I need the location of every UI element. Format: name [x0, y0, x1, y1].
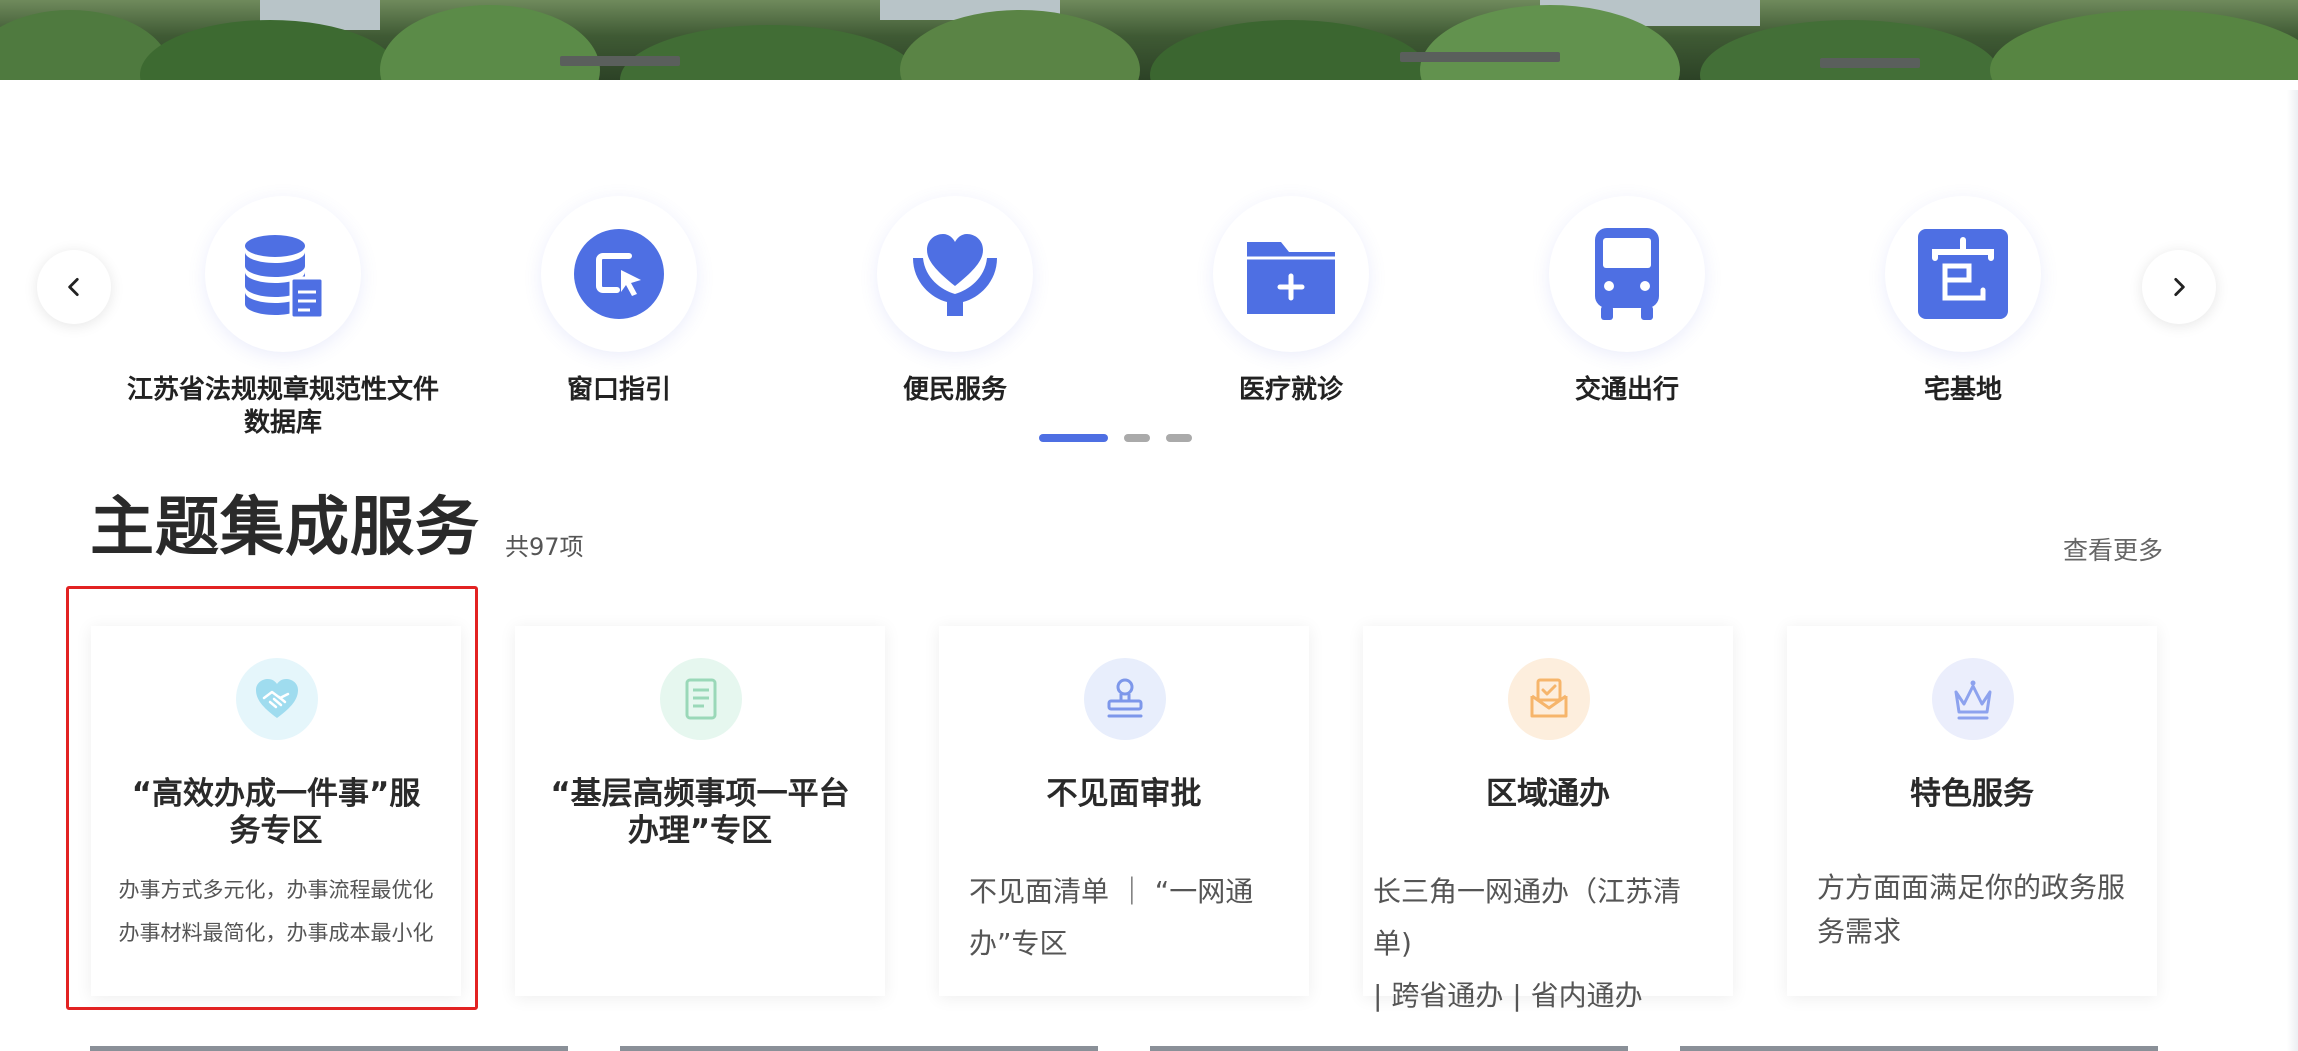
- service-card-efficient-one-thing[interactable]: “高效办成一件事”服务专区 办事方式多元化，办事流程最优化 办事材料最简化，办事…: [91, 626, 461, 996]
- card-description-line: 长三角一网通办（江苏清单): [1373, 875, 1682, 960]
- next-row-preview: [1680, 1046, 2158, 1051]
- carousel-item-label: 交通出行: [1574, 375, 1679, 405]
- chevron-right-icon: [2174, 278, 2185, 296]
- document-list-icon: [685, 678, 717, 720]
- carousel-item-label: 便民服务: [902, 375, 1007, 405]
- carousel-next-button[interactable]: [2142, 250, 2216, 324]
- service-card-regional-handling[interactable]: 区域通办 长三角一网通办（江苏清单) | 跨省通办 | 省内通办: [1363, 626, 1733, 1012]
- carousel-item-regulation-database[interactable]: 江苏省法规规章规范性文件数据库: [115, 196, 451, 440]
- card-title: “基层高频事项一平台办理”专区: [550, 776, 850, 849]
- stamp-icon: [1107, 678, 1143, 718]
- top-banner-image: [0, 0, 2298, 80]
- carousel-item-label: 宅基地: [1923, 375, 2002, 405]
- carousel-item-label: 江苏省法规规章规范性文件数据库: [126, 375, 439, 438]
- carousel-item-label: 窗口指引: [566, 375, 671, 405]
- service-card-grassroots-platform[interactable]: “基层高频事项一平台办理”专区: [515, 626, 885, 996]
- card-title: 区域通办: [1486, 776, 1610, 812]
- next-row-preview: [1150, 1046, 1628, 1051]
- service-card-no-meeting-approval[interactable]: 不见面审批 不见面清单 ｜ “一网通 办”专区: [939, 626, 1309, 996]
- heart-hands-icon: [913, 234, 997, 316]
- carousel-item-window-guide[interactable]: 窗口指引: [451, 196, 787, 407]
- carousel-prev-button[interactable]: [37, 250, 111, 324]
- next-row-preview: [620, 1046, 1098, 1051]
- card-description-line: 办事方式多元化，办事流程最优化: [118, 878, 434, 902]
- pagination-dot-3[interactable]: [1166, 434, 1192, 442]
- crown-icon: [1954, 680, 1992, 720]
- chevron-left-icon: [68, 278, 79, 296]
- next-row-preview: [90, 1046, 568, 1051]
- database-document-icon: [245, 235, 325, 320]
- carousel-item-label: 医疗就诊: [1238, 375, 1343, 405]
- card-description-line: | 跨省通办 | 省内通办: [1373, 979, 1643, 1012]
- carousel-item-medical[interactable]: 医疗就诊: [1123, 196, 1459, 407]
- pagination-dot-1[interactable]: [1039, 434, 1108, 442]
- section-count: 共97项: [505, 533, 584, 561]
- homestead-icon: [1918, 229, 2008, 319]
- card-description-line: 办”专区: [969, 927, 1068, 960]
- card-description-line: 不见面清单 ｜ “一网通: [969, 875, 1254, 908]
- card-title: 特色服务: [1910, 776, 2034, 812]
- carousel-item-convenience-service[interactable]: 便民服务: [787, 196, 1123, 407]
- carousel-pagination: [1039, 434, 1192, 442]
- card-description-line: 办事材料最简化，办事成本最小化: [118, 921, 434, 945]
- check-box-icon: [1530, 678, 1568, 718]
- card-title: 不见面审批: [1046, 776, 1202, 812]
- bus-icon: [1595, 228, 1659, 320]
- service-card-featured[interactable]: 特色服务 方方面面满足你的政务服 务需求: [1787, 626, 2157, 996]
- side-panel-edge: [2287, 90, 2298, 1051]
- window-guide-icon: [574, 229, 664, 319]
- handshake-heart-icon: [256, 679, 298, 718]
- medical-folder-icon: [1247, 242, 1335, 314]
- view-more-link[interactable]: 查看更多: [2063, 531, 2163, 567]
- carousel-item-homestead[interactable]: 宅基地: [1795, 196, 2131, 407]
- pagination-dot-2[interactable]: [1124, 434, 1150, 442]
- section-title: 主题集成服务: [90, 491, 480, 565]
- carousel-item-transport[interactable]: 交通出行: [1459, 196, 1795, 407]
- card-description-line: 方方面面满足你的政务服: [1817, 871, 2126, 904]
- card-description-line: 务需求: [1817, 915, 1902, 948]
- card-title: “高效办成一件事”服务专区: [131, 776, 421, 849]
